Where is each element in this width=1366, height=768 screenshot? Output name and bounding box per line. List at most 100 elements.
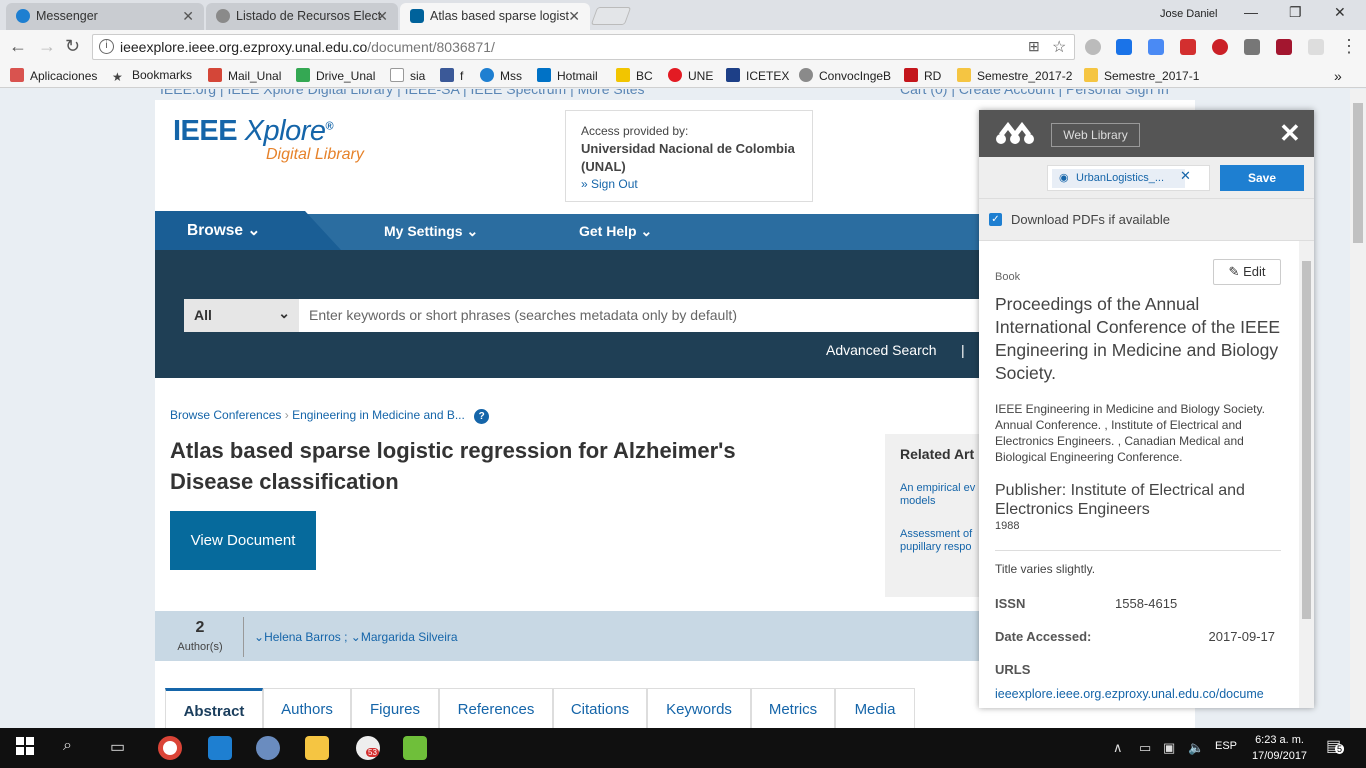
restore-icon[interactable]: ❐: [1289, 4, 1302, 21]
bookmark-rd[interactable]: RD: [904, 68, 941, 83]
save-button[interactable]: Save: [1220, 165, 1304, 191]
chevron-up-icon[interactable]: ∧: [1113, 740, 1123, 756]
close-icon[interactable]: ✕: [1279, 118, 1301, 149]
calendar-extension-icon[interactable]: [1116, 39, 1132, 55]
chrome-icon[interactable]: [158, 736, 182, 760]
language-indicator[interactable]: ESP: [1215, 740, 1237, 752]
page-scrollbar[interactable]: [1350, 89, 1366, 729]
folder-icon: [957, 68, 971, 82]
breadcrumb-conference[interactable]: Engineering in Medicine and B...: [292, 408, 465, 422]
bookmark-bc[interactable]: BC: [616, 68, 653, 83]
une-icon: [668, 68, 682, 82]
top-links-right[interactable]: Cart (0) | Create Account | Personal Sig…: [900, 89, 1169, 97]
bag-extension-icon[interactable]: [1244, 39, 1260, 55]
author-link[interactable]: Margarida Silveira: [361, 630, 458, 644]
remove-folder-icon[interactable]: ✕: [1180, 168, 1191, 184]
bookmark-mss[interactable]: Mss: [480, 68, 522, 83]
chevron-down-icon: ⌄: [466, 223, 479, 239]
windows-start-icon[interactable]: [16, 737, 34, 760]
task-view-icon[interactable]: ▭: [110, 737, 125, 757]
tab-references[interactable]: References: [439, 688, 553, 729]
bookmark-icetex[interactable]: ICETEX: [726, 68, 789, 83]
volume-icon[interactable]: 🔈: [1188, 740, 1204, 756]
tab-citations[interactable]: Citations: [553, 688, 647, 729]
download-pdfs-checkbox[interactable]: ✓: [989, 213, 1002, 226]
advanced-search-link[interactable]: Advanced Search: [826, 342, 937, 358]
edit-button[interactable]: ✎ Edit: [1213, 259, 1281, 285]
tab-keywords[interactable]: Keywords: [647, 688, 751, 729]
new-tab-button[interactable]: [590, 7, 632, 25]
translate-extension-icon[interactable]: [1148, 39, 1164, 55]
close-window-icon[interactable]: ✕: [1334, 4, 1346, 21]
bluestacks-icon[interactable]: [403, 736, 427, 760]
browser-tab-messenger[interactable]: Messenger ✕: [6, 3, 204, 30]
tab-authors[interactable]: Authors: [263, 688, 351, 729]
search-input[interactable]: Enter keywords or short phrases (searche…: [299, 299, 999, 332]
back-icon[interactable]: ←: [9, 36, 27, 57]
file-explorer-icon[interactable]: [305, 736, 329, 760]
cloud-extension-icon[interactable]: [1085, 39, 1101, 55]
reference-url-link[interactable]: ieeexplore.ieee.org.ezproxy.unal.edu.co/…: [995, 687, 1264, 701]
close-tab-icon[interactable]: ✕: [568, 3, 580, 29]
video-extension-icon[interactable]: [1180, 39, 1196, 55]
windows-taskbar: ⌕ ▭ 53 ∧ ▭ ▣ 🔈 ESP 6:23 a. m. 17/09/2017 …: [0, 728, 1366, 768]
bookmark-convocingeb[interactable]: ConvocIngeB: [799, 68, 891, 83]
menu-icon[interactable]: ⋮: [1340, 36, 1358, 57]
address-bar[interactable]: i ieeexplore.ieee.org.ezproxy.unal.edu.c…: [92, 34, 1075, 60]
action-center-icon[interactable]: ▤ 5: [1326, 736, 1345, 756]
battery-icon[interactable]: ▭: [1139, 740, 1151, 756]
tab-metrics[interactable]: Metrics: [751, 688, 835, 729]
bookmark-semestre-2017-2[interactable]: Semestre_2017-2: [957, 68, 1072, 83]
nav-get-help[interactable]: Get Help ⌄: [579, 223, 652, 240]
bookmark-une[interactable]: UNE: [668, 68, 713, 83]
reference-publisher: Publisher: Institute of Electrical and E…: [995, 482, 1245, 518]
bookmark-sia[interactable]: sia: [390, 68, 425, 83]
bookmark-star-icon[interactable]: ☆: [1052, 37, 1066, 57]
app-with-badge-icon[interactable]: 53: [356, 736, 380, 760]
explorer-globe-icon[interactable]: [256, 736, 280, 760]
panel-scrollbar[interactable]: [1299, 241, 1314, 708]
nav-my-settings[interactable]: My Settings ⌄: [384, 223, 478, 240]
network-icon[interactable]: ▣: [1163, 740, 1175, 756]
edge-icon[interactable]: [208, 736, 232, 760]
outlook-icon: [537, 68, 551, 82]
bookmark-mail[interactable]: Mail_Unal: [208, 68, 281, 83]
bookmark-semestre-2017-1[interactable]: Semestre_2017-1: [1084, 68, 1199, 83]
more-bookmarks-icon[interactable]: »: [1334, 68, 1342, 84]
close-tab-icon[interactable]: ✕: [182, 3, 194, 29]
browser-tab-atlas[interactable]: Atlas based sparse logist ✕: [400, 3, 590, 30]
bookmark-bookmarks[interactable]: ★ Bookmarks: [112, 68, 192, 84]
help-icon[interactable]: ?: [474, 409, 490, 424]
breadcrumb-browse-conferences[interactable]: Browse Conferences: [170, 408, 281, 422]
tab-abstract[interactable]: Abstract: [165, 688, 263, 729]
top-links-left[interactable]: IEEE.org | IEEE Xplore Digital Library |…: [160, 89, 645, 97]
bookmark-drive[interactable]: Drive_Unal: [296, 68, 375, 83]
search-icon[interactable]: ⌕: [63, 737, 72, 755]
bookmark-hotmail[interactable]: Hotmail: [537, 68, 598, 83]
info-icon[interactable]: i: [99, 39, 114, 54]
tab-figures[interactable]: Figures: [351, 688, 439, 729]
nav-browse[interactable]: Browse ⌄: [187, 221, 260, 240]
mendeley-extension-icon[interactable]: [1276, 39, 1292, 55]
browser-tab-recursos[interactable]: Listado de Recursos Elect ✕: [206, 3, 398, 30]
profile-name[interactable]: Jose Daniel: [1160, 8, 1217, 20]
bookmark-aplicaciones[interactable]: Aplicaciones: [10, 68, 97, 83]
translate-icon[interactable]: ⊞: [1028, 38, 1040, 55]
view-document-button[interactable]: View Document: [170, 511, 316, 570]
ieee-xplore-logo[interactable]: IEEE Xplore®: [173, 115, 334, 148]
folder-selector[interactable]: ◉ UrbanLogistics_... ✕: [1047, 165, 1210, 191]
author-link[interactable]: Helena Barros: [264, 630, 341, 644]
close-tab-icon[interactable]: ✕: [376, 3, 388, 29]
web-library-button[interactable]: Web Library: [1051, 123, 1140, 147]
tab-media[interactable]: Media: [835, 688, 915, 729]
pinterest-icon[interactable]: [1212, 39, 1228, 55]
search-scope-select[interactable]: All ⌄: [184, 299, 300, 332]
minimize-icon[interactable]: —: [1244, 4, 1258, 20]
sign-out-link[interactable]: Sign Out: [591, 177, 638, 191]
forward-icon[interactable]: →: [38, 36, 56, 57]
chevron-down-icon: ⌄: [278, 305, 290, 321]
reload-icon[interactable]: ↻: [65, 36, 80, 57]
clock[interactable]: 6:23 a. m. 17/09/2017: [1252, 732, 1307, 764]
cast-extension-icon[interactable]: [1308, 39, 1324, 55]
bookmark-facebook[interactable]: f: [440, 68, 463, 83]
